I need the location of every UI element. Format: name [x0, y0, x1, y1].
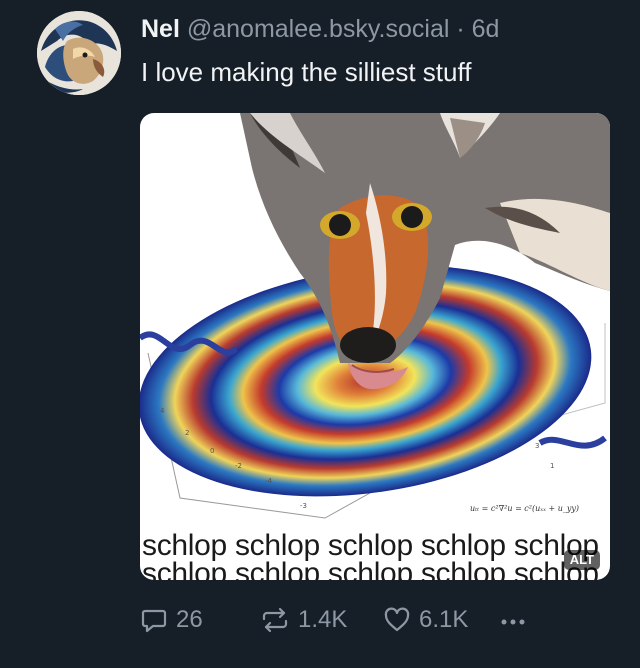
reply-icon	[140, 606, 168, 634]
author-display-name[interactable]: Nel	[141, 15, 180, 43]
repost-icon	[260, 606, 290, 634]
like-button[interactable]: 6.1K	[383, 602, 468, 638]
svg-text:1: 1	[550, 462, 554, 470]
more-options-button[interactable]	[498, 602, 528, 638]
author-handle[interactable]: @anomalee.bsky.social	[187, 15, 450, 43]
meme-illustration: 4 2 0 -2 -4 3 1 -3 uₜₜ = c²∇²u = c²(uₓₓ + u_y…	[140, 113, 610, 519]
heart-icon	[383, 606, 411, 634]
like-count: 6.1K	[419, 606, 469, 633]
post-card[interactable]: Nel @anomalee.bsky.social · 6d I love ma…	[0, 0, 640, 668]
repost-count: 1.4K	[298, 606, 348, 633]
reply-button[interactable]: 26	[140, 602, 203, 638]
svg-text:-2: -2	[235, 462, 242, 470]
more-icon	[498, 606, 528, 634]
post-actions: 26 1.4K 6.1K	[140, 602, 560, 638]
svg-text:2: 2	[185, 429, 189, 437]
svg-text:4: 4	[160, 407, 165, 415]
repost-button[interactable]: 1.4K	[260, 602, 347, 638]
meme-caption-line-2: schlop schlop schlop schlop schlop	[142, 557, 599, 581]
post-image[interactable]: 4 2 0 -2 -4 3 1 -3 uₜₜ = c²∇²u = c²(uₓₓ + u_y…	[140, 113, 610, 580]
post-header: Nel @anomalee.bsky.social · 6d	[141, 12, 499, 46]
svg-text:0: 0	[210, 447, 214, 455]
wave-equation: uₜₜ = c²∇²u = c²(uₓₓ + u_yy)	[470, 504, 579, 513]
svg-text:-4: -4	[265, 477, 273, 485]
post-timestamp[interactable]: 6d	[472, 15, 500, 43]
reply-count: 26	[176, 606, 203, 633]
post-text: I love making the silliest stuff	[141, 57, 472, 87]
avatar[interactable]	[37, 11, 121, 95]
avatar-illustration	[37, 11, 121, 95]
svg-text:3: 3	[535, 442, 539, 450]
alt-text-badge[interactable]: ALT	[563, 550, 600, 570]
svg-text:-3: -3	[300, 502, 307, 510]
header-separator: ·	[456, 15, 465, 43]
